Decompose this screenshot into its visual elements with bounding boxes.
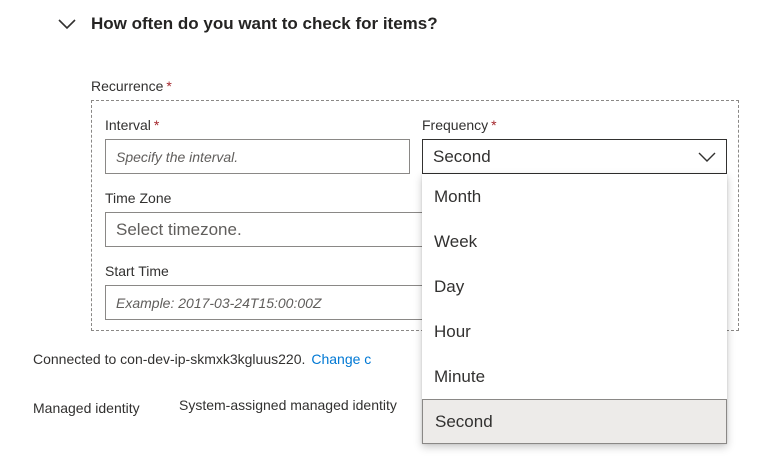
interval-label-text: Interval: [105, 117, 151, 133]
chevron-down-icon: [698, 149, 716, 165]
frequency-label-text: Frequency: [422, 117, 489, 133]
dropdown-option-second[interactable]: Second: [422, 399, 727, 444]
dropdown-option-hour[interactable]: Hour: [422, 309, 727, 354]
frequency-select[interactable]: Second: [422, 139, 727, 174]
time-zone-label: Time Zone: [105, 190, 172, 206]
recurrence-label-text: Recurrence: [91, 78, 164, 94]
interval-input[interactable]: Specify the interval.: [105, 139, 410, 174]
frequency-label: Frequency *: [422, 116, 497, 134]
required-mark: *: [166, 78, 172, 94]
connection-status: Connected to con-dev-ip-skmxk3kgluus220.…: [33, 351, 371, 367]
interval-placeholder: Specify the interval.: [116, 148, 239, 165]
section-title: How often do you want to check for items…: [91, 14, 438, 33]
required-mark: *: [153, 117, 160, 133]
time-zone-placeholder: Select timezone.: [116, 219, 242, 239]
frequency-dropdown-list: Month Week Day Hour Minute Second: [422, 174, 727, 444]
start-time-placeholder: Example: 2017-03-24T15:00:00Z: [116, 294, 322, 311]
start-time-label: Start Time: [105, 263, 169, 279]
chevron-down-icon[interactable]: [57, 14, 77, 34]
frequency-value: Second: [433, 146, 491, 166]
required-mark: *: [491, 117, 497, 133]
dropdown-option-month[interactable]: Month: [422, 174, 727, 219]
managed-identity-label: Managed identity: [33, 400, 140, 416]
connection-text: Connected to con-dev-ip-skmxk3kgluus220.: [33, 351, 306, 367]
dropdown-option-day[interactable]: Day: [422, 264, 727, 309]
dropdown-option-week[interactable]: Week: [422, 219, 727, 264]
managed-identity-value[interactable]: System-assigned managed identity: [179, 397, 397, 413]
change-connection-link[interactable]: Change c: [311, 351, 371, 367]
interval-label: Interval *: [105, 116, 159, 134]
dropdown-option-minute[interactable]: Minute: [422, 354, 727, 399]
recurrence-label: Recurrence *: [91, 77, 172, 95]
